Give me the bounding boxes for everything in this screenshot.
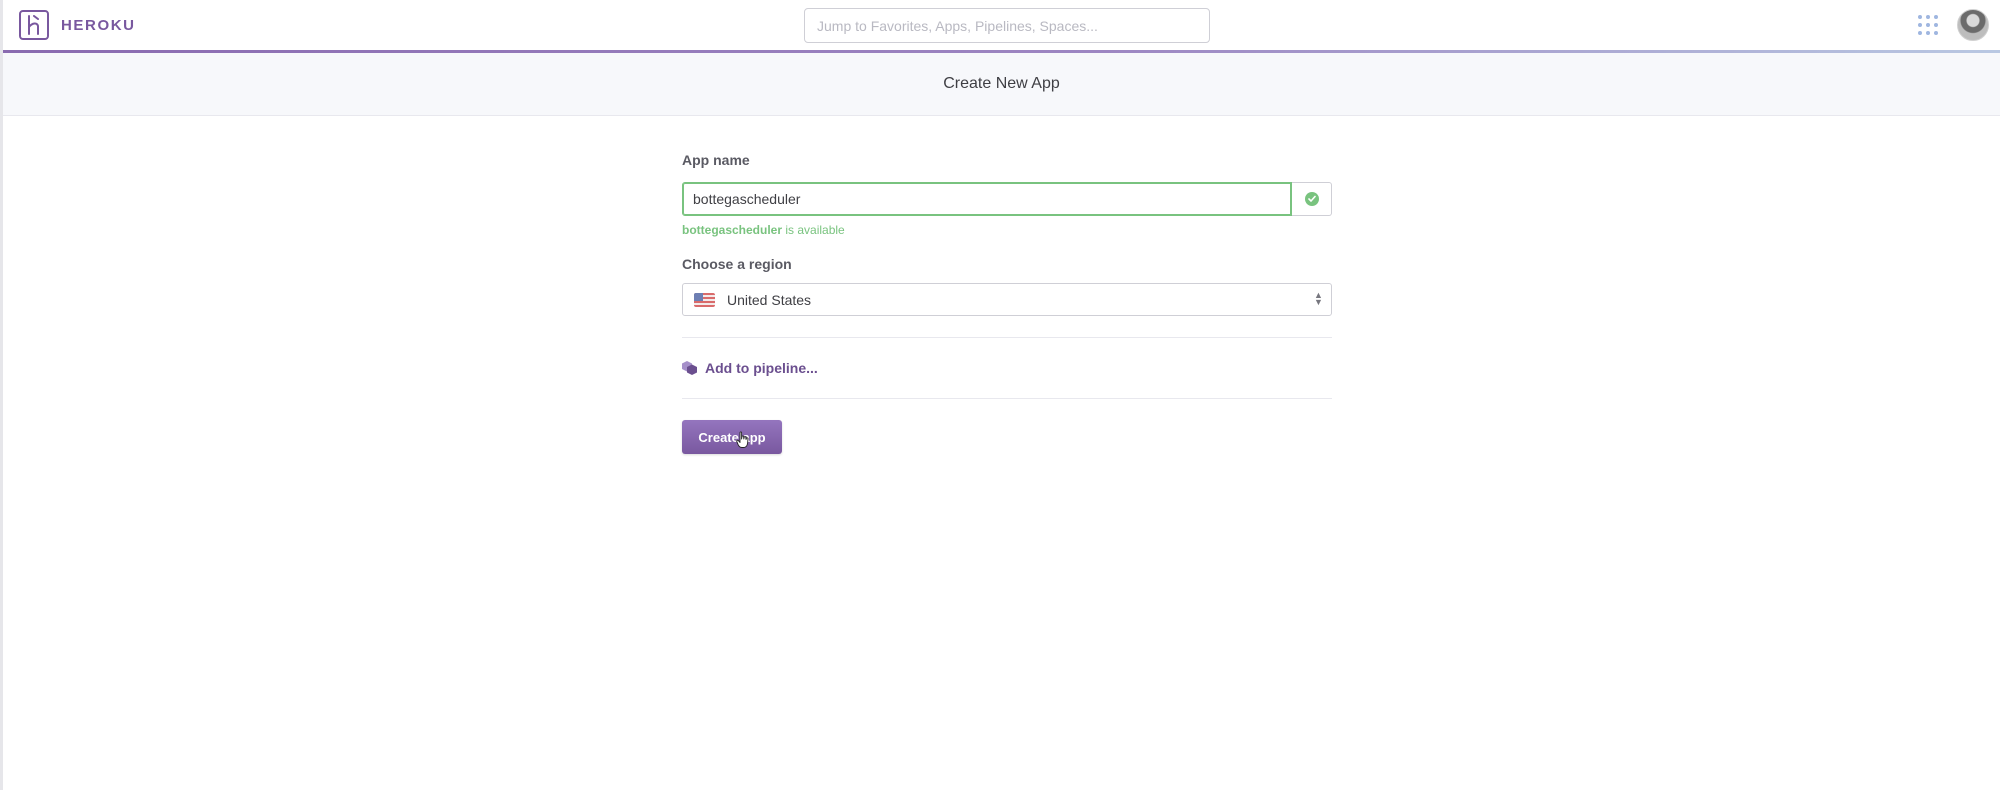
check-circle-icon <box>1304 192 1319 206</box>
app-name-row <box>682 182 1332 216</box>
create-app-form: App name bottegascheduler is available C… <box>682 152 1332 454</box>
availability-addon <box>1292 182 1332 216</box>
region-selected-value: United States <box>727 291 812 308</box>
add-to-pipeline-label: Add to pipeline... <box>705 360 818 376</box>
heroku-logo-icon <box>19 10 49 40</box>
page-title: Create New App <box>943 75 1060 92</box>
region-select[interactable]: United States ▲ ▼ <box>682 283 1332 316</box>
app-name-input[interactable] <box>682 182 1292 216</box>
availability-suffix: is available <box>782 223 845 237</box>
region-label: Choose a region <box>682 256 792 272</box>
brand-link[interactable]: HEROKU <box>19 10 136 40</box>
us-flag-icon <box>694 292 715 307</box>
available-app-name: bottegascheduler <box>682 223 783 237</box>
create-app-button[interactable]: Create app <box>682 420 782 454</box>
availability-message: bottegascheduler is available <box>682 223 1332 237</box>
page-header: Create New App <box>3 53 2000 116</box>
app-name-label: App name <box>682 152 750 168</box>
updown-chevron-icon: ▲ ▼ <box>1314 290 1323 307</box>
top-navbar: HEROKU <box>3 0 2000 52</box>
brand-name: HEROKU <box>61 16 136 34</box>
divider <box>682 398 1332 399</box>
avatar[interactable] <box>1957 9 1989 41</box>
add-to-pipeline-link[interactable]: Add to pipeline... <box>682 338 1332 398</box>
page: HEROKU Create New App App name botteg <box>0 0 2000 790</box>
pipeline-icon <box>682 360 698 376</box>
apps-grid-icon[interactable] <box>1918 15 1938 35</box>
search-input[interactable] <box>804 8 1210 43</box>
